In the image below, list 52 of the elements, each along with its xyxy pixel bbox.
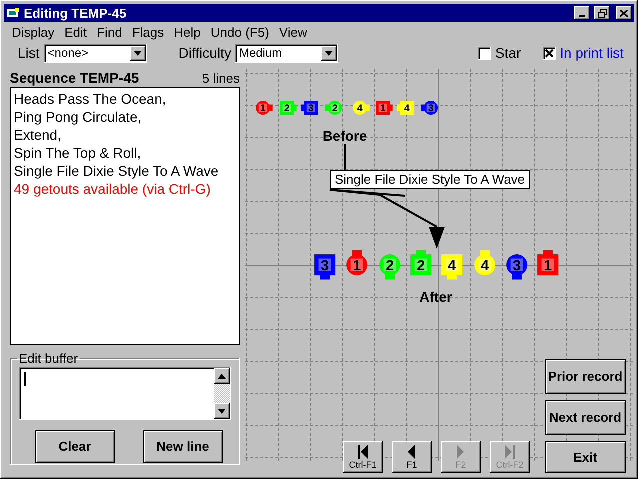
caret-icon <box>218 374 226 378</box>
call-line[interactable]: Extend, <box>14 126 236 144</box>
navigation-button[interactable]: F1 <box>392 441 432 473</box>
difficulty-label: Difficulty <box>178 45 232 61</box>
restore-button[interactable] <box>594 6 610 20</box>
menu-item[interactable]: Find <box>93 24 128 40</box>
difficulty-dropdown[interactable]: Medium <box>235 44 338 62</box>
call-line[interactable]: Single File Dixie Style To A Wave <box>14 162 236 180</box>
caret-icon <box>134 50 142 56</box>
scroll-down-button[interactable] <box>214 403 230 419</box>
menu-item[interactable]: Display <box>8 24 61 40</box>
edit-buffer-field[interactable] <box>19 367 231 420</box>
play-left-icon <box>407 444 417 458</box>
sequence-title: Sequence TEMP-45 <box>10 70 140 86</box>
prior-record-button[interactable]: Prior record <box>545 359 626 394</box>
call-line[interactable]: Heads Pass The Ocean, <box>14 90 236 108</box>
list-label: List <box>18 45 40 61</box>
group-label: Edit buffer <box>18 351 80 366</box>
list-dropdown[interactable]: <none> <box>44 44 147 62</box>
navigation-button[interactable]: Ctrl-F1 <box>343 441 383 473</box>
skip-left-icon <box>358 444 368 458</box>
checkbox-label: Star <box>495 45 522 61</box>
menu-item[interactable]: Flags <box>128 24 170 40</box>
menu-item[interactable]: View <box>275 24 314 40</box>
next-record-button[interactable]: Next record <box>545 400 626 435</box>
call-callout: Single File Dixie Style To A Wave <box>330 170 530 189</box>
checkbox-link[interactable]: In print list <box>560 45 624 61</box>
call-line[interactable]: Ping Pong Circulate, <box>14 108 236 126</box>
caret-icon <box>218 408 226 414</box>
after-label: After <box>420 289 452 305</box>
caret-icon <box>325 50 334 56</box>
exit-button[interactable]: Exit <box>545 441 626 473</box>
restore-icon <box>598 8 606 18</box>
clear-button[interactable]: Clear <box>35 430 115 463</box>
close-button[interactable] <box>616 6 632 20</box>
play-right-icon <box>456 444 466 458</box>
menu-item[interactable]: Help <box>170 24 207 40</box>
line-count: 5 lines <box>202 71 240 86</box>
getouts-note[interactable]: 49 getouts available (via Ctrl-G) <box>14 180 236 198</box>
skip-right-icon <box>505 444 515 458</box>
menu-item[interactable]: Undo (F5) <box>206 24 276 40</box>
app-icon <box>6 7 20 19</box>
menu-item[interactable]: Edit <box>60 24 94 40</box>
new-line-button[interactable]: New line <box>143 430 223 463</box>
scroll-up-button[interactable] <box>214 368 230 384</box>
call-line[interactable]: Spin The Top & Roll, <box>14 144 236 162</box>
window-title: Editing TEMP-45 <box>24 6 128 20</box>
checkbox[interactable] <box>543 46 556 60</box>
before-label: Before <box>322 128 368 144</box>
minimize-button[interactable] <box>574 6 590 20</box>
checkbox[interactable] <box>478 46 492 60</box>
close-icon <box>620 10 628 16</box>
